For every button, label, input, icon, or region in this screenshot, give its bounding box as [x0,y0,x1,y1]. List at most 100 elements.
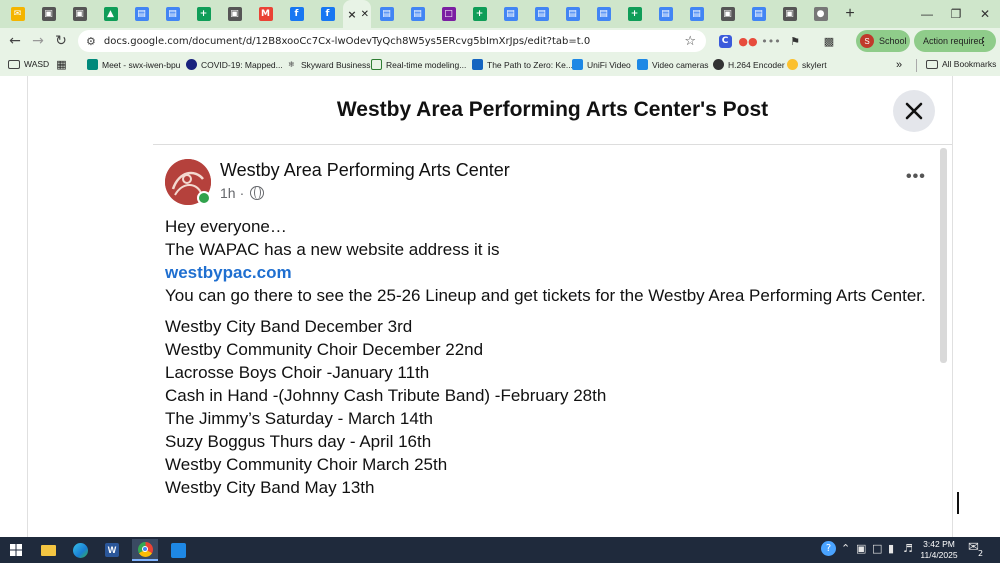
browser-tab[interactable]: ▣✕ [33,0,64,28]
notifications-icon[interactable]: ✉ 2 [968,540,983,558]
edge-button[interactable] [67,539,93,561]
tab-search-icon[interactable]: ▩ [818,31,840,51]
browser-tab[interactable]: ▤✕ [588,0,619,28]
new-tab-button[interactable]: + [836,5,864,23]
more-bookmarks-chevron-icon[interactable]: » [896,59,902,71]
post-timestamp[interactable]: 1h · [220,185,265,201]
bookmark-label: Meet - swx-iwen-bpu [102,59,181,70]
bookmark-item[interactable]: UniFi Video [572,59,631,70]
browser-tab[interactable]: ●✕ [805,0,836,28]
bookmark-label: Video cameras [652,59,709,70]
apps-grid-icon[interactable]: ▦ [56,58,71,71]
online-status-icon [197,191,211,205]
forward-button[interactable]: → [26,29,50,53]
browser-tab[interactable]: ✉✕ [2,0,33,28]
bookmark-item[interactable]: Real-time modeling... [371,59,466,70]
address-bar[interactable]: ⚙ docs.google.com/document/d/12B8xooCc7C… [78,30,706,52]
browser-tab[interactable]: f✕ [281,0,312,28]
browser-tab[interactable]: ▤✕ [495,0,526,28]
browser-tab[interactable]: ▤✕ [743,0,774,28]
sheets-icon: + [472,7,487,21]
display-icon[interactable]: □ [872,542,882,555]
page-name-link[interactable]: Westby Area Performing Arts Center [220,160,510,181]
all-bookmarks[interactable]: All Bookmarks [926,59,996,69]
browser-tab[interactable]: ▲✕ [95,0,126,28]
browser-tab[interactable]: □✕ [433,0,464,28]
minimize-icon[interactable]: — [912,0,942,28]
close-tab-icon[interactable]: ✕ [361,9,369,20]
docs-icon: ▤ [534,7,549,21]
chrome-button[interactable] [132,539,158,561]
browser-tab[interactable]: ▤✕ [557,0,588,28]
browser-tab[interactable]: M✕ [250,0,281,28]
browser-tab[interactable]: +✕ [188,0,219,28]
docs-icon: ▤ [565,7,580,21]
profile-avatar: S [860,34,874,48]
tray-chevron-icon[interactable]: ⌃ [841,542,850,555]
browser-tab[interactable]: ▤✕ [681,0,712,28]
browser-tab[interactable]: ▣✕ [64,0,95,28]
folder-icon [926,59,938,69]
network-icon[interactable]: ▣ [856,542,866,555]
covid-icon [186,59,197,70]
reload-button[interactable]: ↻ [49,29,73,53]
folder-icon [8,59,20,69]
browser-tab[interactable]: ▣✕ [219,0,250,28]
browser-tab[interactable]: ▣✕ [774,0,805,28]
post-scrollbar[interactable] [940,148,947,363]
action-required-label: Action required [923,36,984,46]
action-required-button[interactable]: Action required ⋮ [914,30,996,52]
site-info-icon[interactable]: ⚙ [86,35,96,48]
extension-record-icon[interactable]: ●● [737,31,759,51]
bookmark-label: skylert [802,59,827,70]
facebook-icon: f [289,7,304,21]
lineup-item: Westby Community Choir March 25th [165,455,448,474]
battery-icon[interactable]: ▮ [888,542,894,555]
close-window-icon[interactable]: ✕ [970,0,1000,28]
file-explorer-button[interactable] [35,539,61,561]
browser-tab[interactable]: ▤✕ [526,0,557,28]
extension-c-icon[interactable]: C [714,31,736,51]
start-button[interactable] [3,539,29,561]
clock-date: 11/4/2025 [920,550,958,560]
lineup-item: Cash in Hand -(Johnny Cash Tribute Band)… [165,386,607,405]
browser-tab[interactable]: f✕ [312,0,343,28]
bookmark-item[interactable]: Video cameras [637,59,709,70]
browser-tab[interactable]: × ✕ [343,0,371,28]
website-link[interactable]: westbypac.com [165,263,292,283]
close-dialog-button[interactable] [893,90,935,132]
extensions-puzzle-icon[interactable]: ⚑ [784,31,806,51]
browser-tab[interactable]: +✕ [464,0,495,28]
volume-icon[interactable]: ♬ [903,542,913,555]
active-tab-icon: × [347,7,357,21]
browser-tab[interactable]: ▤✕ [650,0,681,28]
back-button[interactable]: ← [3,29,27,53]
bookmark-item[interactable]: Meet - swx-iwen-bpu [87,59,180,70]
bookmark-item[interactable]: The Path to Zero: Ke... [472,59,573,70]
page-content: Westby Area Performing Arts Center's Pos… [0,76,1000,537]
globe-icon: ● [813,7,828,21]
browser-tab[interactable]: ▤✕ [402,0,433,28]
close-icon [905,102,923,120]
help-icon[interactable]: ? [821,541,836,556]
menu-kebab-icon[interactable]: ⋮ [978,35,989,48]
bookmark-star-icon[interactable]: ☆ [684,34,696,49]
word-button[interactable]: W [99,539,125,561]
browser-tab[interactable]: ▤✕ [157,0,188,28]
bookmark-item[interactable]: WASD [8,59,49,69]
system-clock[interactable]: 3:42 PM 11/4/2025 [916,539,962,561]
browser-tab[interactable]: +✕ [619,0,650,28]
maximize-icon[interactable]: ❐ [941,0,971,28]
browser-tab[interactable]: ▣✕ [712,0,743,28]
profile-button[interactable]: S School [856,30,910,52]
bookmark-item[interactable]: skylert [787,59,827,70]
browser-tab[interactable]: ▤✕ [126,0,157,28]
app-button[interactable] [165,539,191,561]
browser-tab[interactable]: ▤✕ [371,0,402,28]
bookmark-item[interactable]: H.264 Encoder [713,59,785,70]
unifi-icon [572,59,583,70]
more-options-icon[interactable]: ••• [906,168,926,186]
extension-dots-icon[interactable]: ••• [760,31,782,51]
bookmark-item[interactable]: COVID-19: Mapped... [186,59,283,70]
bookmark-item[interactable]: ❄ Skyward Business [286,59,370,70]
